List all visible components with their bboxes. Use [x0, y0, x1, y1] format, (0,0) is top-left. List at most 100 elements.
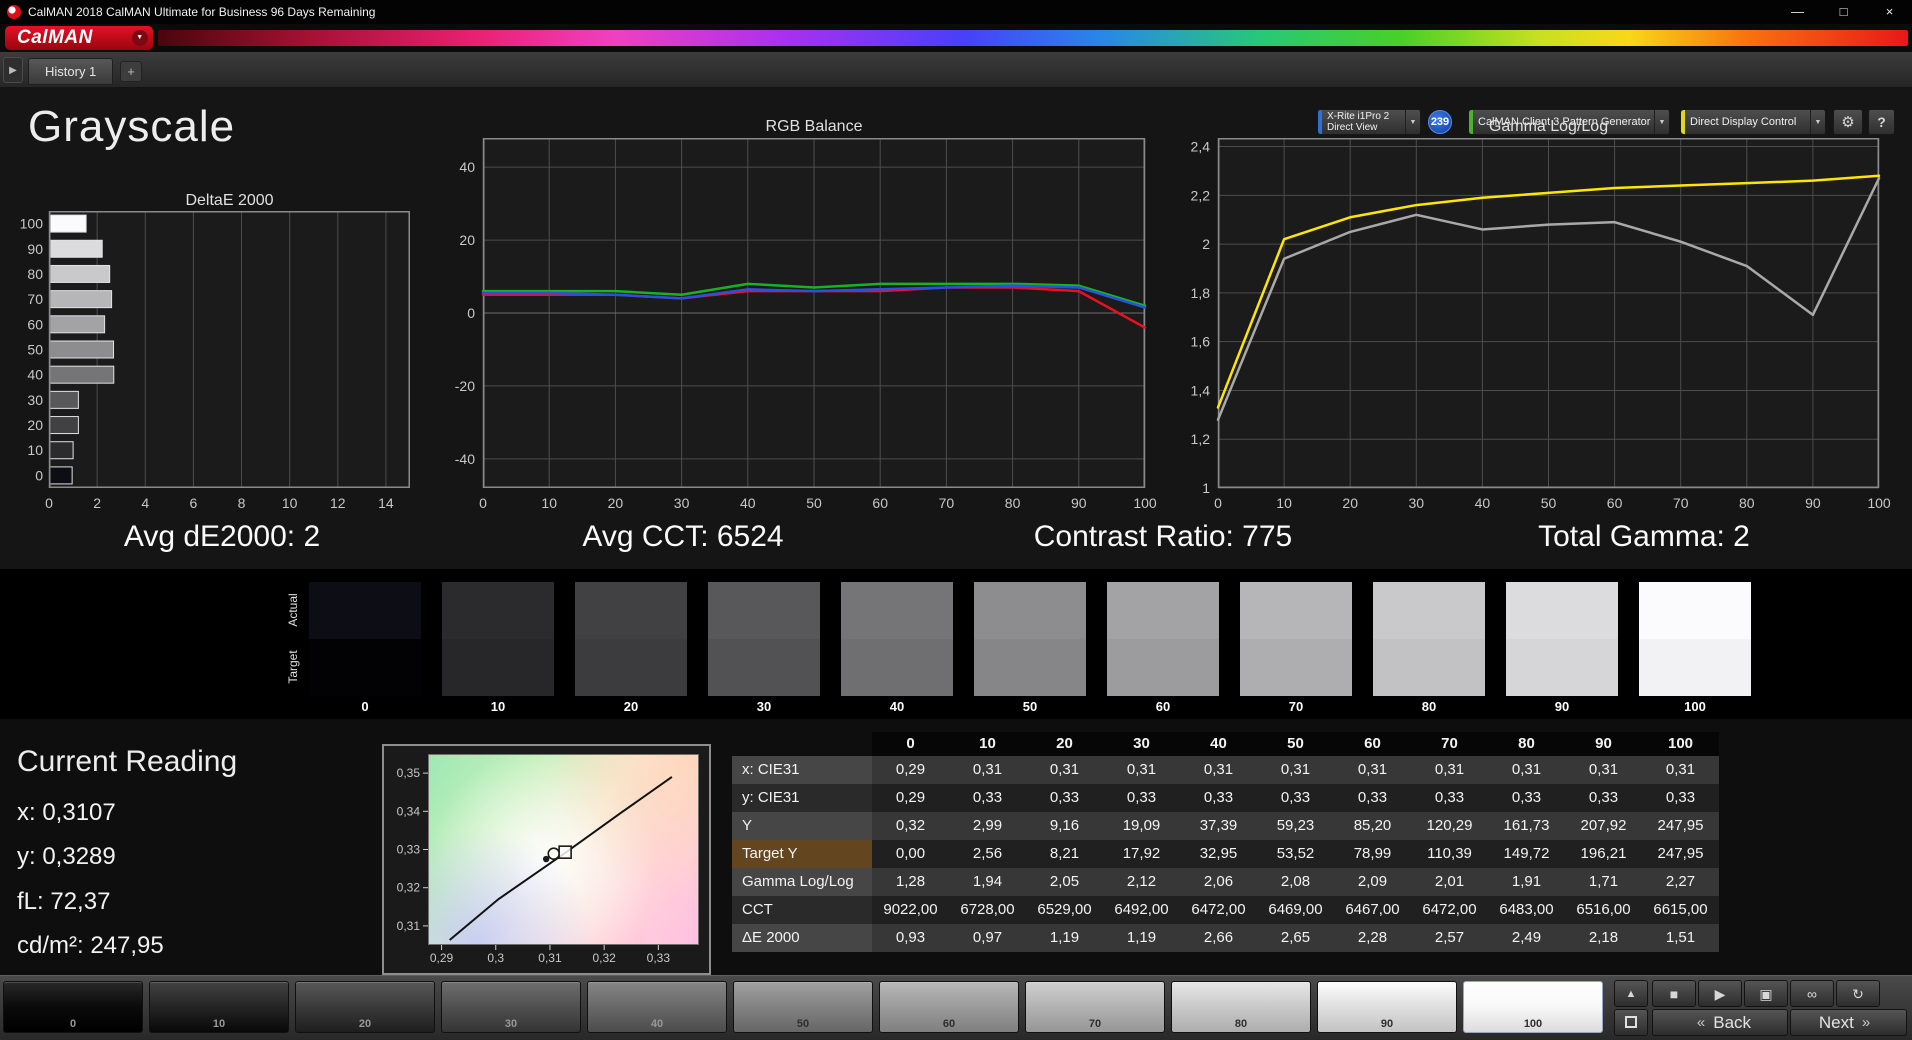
svg-text:2,4: 2,4	[1191, 139, 1211, 155]
pattern-level-button-90[interactable]: 90	[1317, 981, 1457, 1033]
minimize-button[interactable]: —	[1775, 0, 1820, 24]
swatch-actual	[1373, 582, 1485, 639]
swatch-90: 90	[1506, 582, 1618, 714]
svg-text:0,31: 0,31	[397, 919, 421, 933]
reading-x: x: 0,3107	[17, 799, 116, 826]
swatch-level-label: 60	[1155, 699, 1171, 714]
table-cell: 196,21	[1565, 840, 1642, 868]
logo-menu-caret-icon[interactable]: ▼	[132, 30, 148, 46]
table-cell: 0,33	[1026, 784, 1103, 812]
svg-text:10: 10	[27, 442, 43, 458]
swatch-level-label: 0	[361, 699, 369, 714]
back-button[interactable]: « Back	[1652, 1009, 1788, 1036]
table-cell: 78,99	[1334, 840, 1411, 868]
swatch-actual	[309, 582, 421, 639]
table-header-cell: 10	[949, 732, 1026, 756]
maximize-button[interactable]: □	[1821, 0, 1866, 24]
swatch-target	[1373, 639, 1485, 696]
table-cell: 32,95	[1180, 840, 1257, 868]
svg-text:1,4: 1,4	[1191, 382, 1211, 398]
table-cell: 110,39	[1411, 840, 1488, 868]
table-cell: 1,91	[1488, 868, 1565, 896]
swatch-actual	[442, 582, 554, 639]
table-cell: 0,33	[949, 784, 1026, 812]
svg-text:50: 50	[806, 495, 822, 511]
svg-text:70: 70	[27, 291, 43, 307]
total-gamma-readout: Total Gamma: 2	[1538, 520, 1750, 553]
table-cell: 6469,00	[1257, 896, 1334, 924]
stop-icon: ■	[1669, 986, 1679, 1002]
collapse-toolbar-button[interactable]: ▲	[1614, 980, 1648, 1007]
table-cell: 0,33	[1642, 784, 1719, 812]
table-row-label: x: CIE31	[732, 756, 872, 784]
table-cell: 0,31	[1488, 756, 1565, 784]
pattern-level-button-10[interactable]: 10	[149, 981, 289, 1033]
svg-text:0,32: 0,32	[592, 951, 616, 965]
pattern-level-button-60[interactable]: 60	[879, 981, 1019, 1033]
table-cell: 0,31	[1642, 756, 1719, 784]
svg-text:0,29: 0,29	[430, 951, 454, 965]
table-row-label: Y	[732, 812, 872, 840]
results-table: 0 10 20 30 40 50 60 70 80 90 100 x: CIE31 0,29 0,31 0,…	[732, 732, 1719, 952]
stop-button[interactable]: ■	[1652, 980, 1696, 1007]
table-cell: 2,05	[1026, 868, 1103, 896]
single-read-button[interactable]: ▣	[1744, 980, 1788, 1007]
add-tab-button[interactable]: +	[120, 61, 142, 82]
swatch-target	[974, 639, 1086, 696]
table-row-label: ΔE 2000	[732, 924, 872, 952]
svg-text:0,34: 0,34	[397, 804, 421, 818]
deltae-bar-chart: 0 2 4 6 8 10 12 141009080706050403020100	[20, 211, 410, 511]
tab-history-1[interactable]: History 1	[28, 58, 114, 85]
svg-text:2: 2	[93, 495, 101, 511]
next-button[interactable]: Next »	[1790, 1009, 1907, 1036]
swatch-80: 80	[1373, 582, 1485, 714]
pattern-level-button-30[interactable]: 30	[441, 981, 581, 1033]
pattern-level-label: 50	[796, 1018, 810, 1030]
pattern-level-button-100[interactable]: 100	[1463, 981, 1603, 1033]
play-button[interactable]: ▶	[1698, 980, 1742, 1007]
table-cell: 2,09	[1334, 868, 1411, 896]
table-row-label: Target Y	[732, 840, 872, 868]
table-cell: 2,99	[949, 812, 1026, 840]
table-cell: 0,33	[1334, 784, 1411, 812]
table-cell: 37,39	[1180, 812, 1257, 840]
table-header-cell: 80	[1488, 732, 1565, 756]
swatch-actual	[575, 582, 687, 639]
svg-text:20: 20	[459, 232, 475, 248]
table-header-cell: 100	[1642, 732, 1719, 756]
table-cell: 207,92	[1565, 812, 1642, 840]
pattern-level-button-20[interactable]: 20	[295, 981, 435, 1033]
close-button[interactable]: ×	[1867, 0, 1912, 24]
up-arrow-icon: ▲	[1625, 988, 1637, 1000]
swatch-100: 100	[1639, 582, 1751, 714]
svg-text:0: 0	[35, 467, 43, 483]
pattern-level-label: 70	[1088, 1018, 1102, 1030]
pattern-window-button[interactable]	[1614, 1009, 1648, 1036]
pattern-level-button-80[interactable]: 80	[1171, 981, 1311, 1033]
calman-logo: CalMAN ▼	[5, 26, 153, 50]
continuous-read-button[interactable]: ∞	[1790, 980, 1834, 1007]
svg-text:90: 90	[1805, 495, 1821, 511]
svg-text:0: 0	[467, 305, 475, 321]
infinity-icon: ∞	[1807, 986, 1817, 1002]
expand-sidebar-icon[interactable]: ▶	[3, 57, 23, 83]
pattern-level-button-70[interactable]: 70	[1025, 981, 1165, 1033]
swatch-target	[1240, 639, 1352, 696]
pattern-level-button-0[interactable]: 0	[3, 981, 143, 1033]
table-cell: 85,20	[1334, 812, 1411, 840]
pattern-level-button-50[interactable]: 50	[733, 981, 873, 1033]
table-cell: 6516,00	[1565, 896, 1642, 924]
svg-text:40: 40	[740, 495, 756, 511]
svg-text:30: 30	[27, 392, 43, 408]
back-chevron-icon: «	[1696, 1014, 1706, 1031]
svg-text:100: 100	[1867, 495, 1891, 511]
next-chevron-icon: »	[1861, 1014, 1871, 1031]
table-cell: 0,29	[872, 784, 949, 812]
pattern-level-button-40[interactable]: 40	[587, 981, 727, 1033]
table-cell: 161,73	[1488, 812, 1565, 840]
refresh-button[interactable]: ↻	[1836, 980, 1880, 1007]
reading-fl: fL: 72,37	[17, 888, 111, 915]
swatch-actual	[1107, 582, 1219, 639]
rgb-balance-chart-title: RGB Balance	[765, 118, 863, 135]
avg-de2000-readout: Avg dE2000: 2	[123, 520, 321, 553]
